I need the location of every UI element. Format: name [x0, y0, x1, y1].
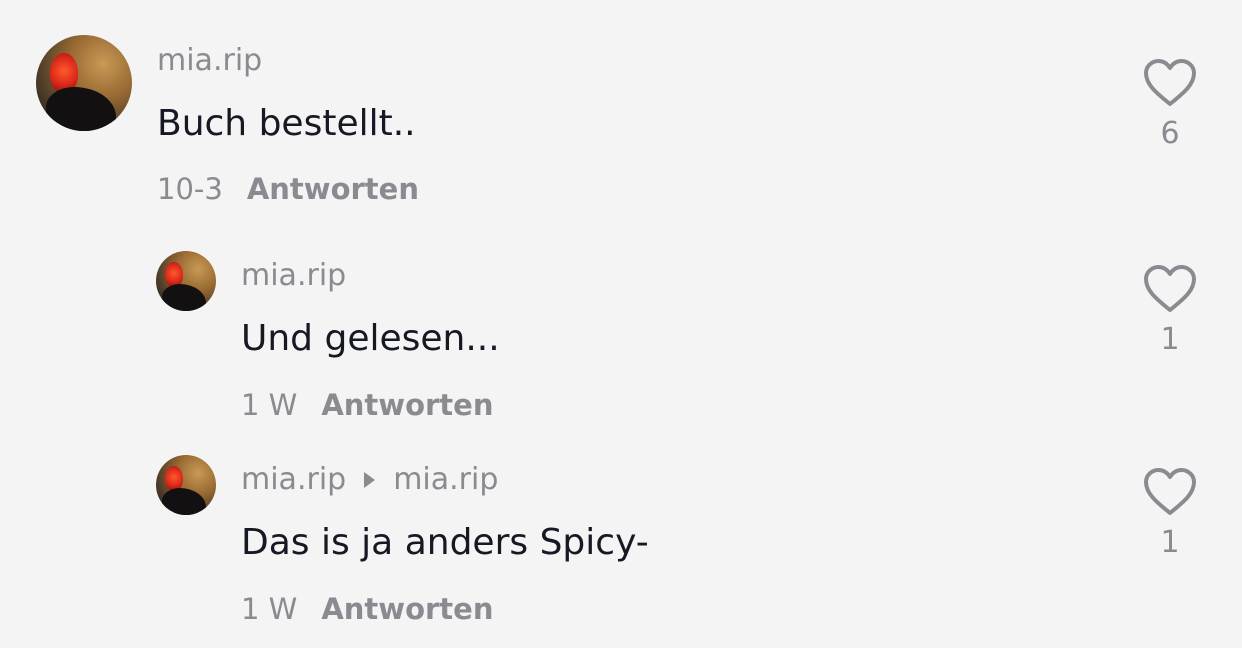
like-count: 6	[1160, 116, 1180, 151]
comment-date: 10-3	[157, 172, 223, 206]
comment-text: Buch bestellt..	[157, 103, 416, 144]
reply-to-arrow-icon	[364, 471, 376, 488]
comment-date: 1 W	[241, 592, 298, 626]
reply-button[interactable]: Antworten	[321, 592, 493, 626]
like-button[interactable]: 1	[1140, 264, 1200, 357]
heart-icon[interactable]	[1143, 58, 1197, 108]
username-text[interactable]: mia.rip	[241, 258, 346, 293]
username-text[interactable]: mia.rip	[241, 462, 346, 497]
comment-text: Das is ja anders Spicy-	[241, 522, 649, 563]
heart-icon[interactable]	[1143, 264, 1197, 314]
like-button[interactable]: 1	[1140, 467, 1200, 560]
comment-username: mia.rip mia.rip	[241, 462, 498, 497]
comment-meta: 1 W Antworten	[241, 388, 494, 422]
avatar-shadow	[162, 488, 206, 515]
heart-icon[interactable]	[1143, 467, 1197, 517]
reply-button[interactable]: Antworten	[247, 172, 419, 206]
username-text[interactable]: mia.rip	[157, 43, 262, 78]
avatar-shadow	[46, 87, 116, 131]
comment-meta: 10-3 Antworten	[157, 172, 419, 206]
avatar[interactable]	[156, 455, 216, 515]
comment-date: 1 W	[241, 388, 298, 422]
comment-meta: 1 W Antworten	[241, 592, 494, 626]
avatar-shadow	[162, 284, 206, 311]
reply-button[interactable]: Antworten	[321, 388, 493, 422]
comment-text: Und gelesen...	[241, 318, 500, 359]
like-count: 1	[1160, 525, 1180, 560]
avatar[interactable]	[156, 251, 216, 311]
like-count: 1	[1160, 322, 1180, 357]
reply-to-username[interactable]: mia.rip	[393, 462, 498, 497]
like-button[interactable]: 6	[1140, 58, 1200, 151]
comment-username[interactable]: mia.rip	[157, 43, 262, 78]
comment-thread: mia.rip Buch bestellt.. 10-3 Antworten 6 …	[0, 0, 1242, 648]
comment-username[interactable]: mia.rip	[241, 258, 346, 293]
avatar[interactable]	[36, 35, 132, 131]
